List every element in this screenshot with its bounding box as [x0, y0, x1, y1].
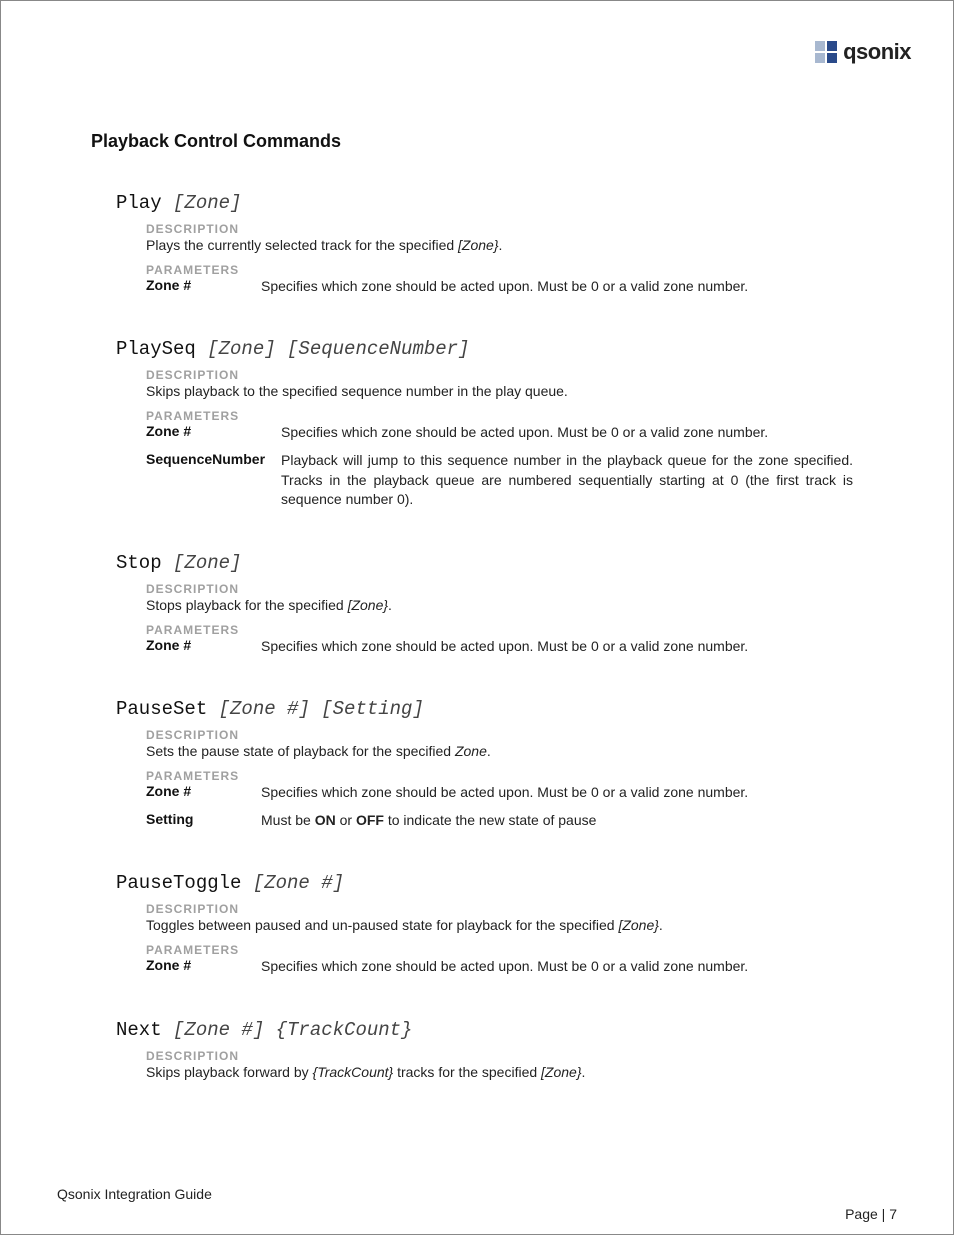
brand-name: qsonix — [843, 39, 911, 65]
footer-page-number: Page | 7 — [845, 1206, 897, 1222]
command-name: PlaySeq — [116, 338, 207, 360]
section-title: Playback Control Commands — [91, 131, 903, 152]
param-name: Setting — [146, 811, 261, 827]
description-text: Skips playback to the specified sequence… — [146, 382, 853, 401]
description-label: DESCRIPTION — [146, 582, 853, 596]
command-block: Next [Zone #] {TrackCount} DESCRIPTIONSki… — [116, 1019, 853, 1082]
command-block: PauseToggle [Zone #] DESCRIPTIONToggles b… — [116, 872, 853, 976]
command-name: PauseSet — [116, 698, 219, 720]
param-name: Zone # — [146, 277, 261, 293]
param-row: Zone #Specifies which zone should be act… — [146, 423, 853, 443]
param-desc: Playback will jump to this sequence numb… — [281, 451, 853, 510]
param-name: SequenceNumber — [146, 451, 281, 467]
command-args: [Zone] [SequenceNumber] — [207, 338, 469, 360]
command-header: PauseToggle [Zone #] — [116, 872, 853, 894]
parameters-label: PARAMETERS — [146, 409, 853, 423]
description-text: Skips playback forward by {TrackCount} t… — [146, 1063, 853, 1082]
command-args: [Zone #] {TrackCount} — [173, 1019, 412, 1041]
description-text: Plays the currently selected track for t… — [146, 236, 853, 255]
footer-doc-title: Qsonix Integration Guide — [57, 1186, 897, 1202]
command-header: Stop [Zone] — [116, 552, 853, 574]
param-name: Zone # — [146, 957, 261, 973]
param-desc: Specifies which zone should be acted upo… — [261, 957, 748, 977]
command-name: Next — [116, 1019, 173, 1041]
param-row: Zone #Specifies which zone should be act… — [146, 637, 853, 657]
command-args: [Zone #] — [253, 872, 344, 894]
parameters-label: PARAMETERS — [146, 263, 853, 277]
param-desc: Specifies which zone should be acted upo… — [281, 423, 768, 443]
command-header: PauseSet [Zone #] [Setting] — [116, 698, 853, 720]
command-header: PlaySeq [Zone] [SequenceNumber] — [116, 338, 853, 360]
description-label: DESCRIPTION — [146, 368, 853, 382]
brand-logo: qsonix — [815, 39, 911, 65]
command-block: Play [Zone] DESCRIPTIONPlays the currentl… — [116, 192, 853, 296]
command-block: PauseSet [Zone #] [Setting]DESCRIPTIONSe… — [116, 698, 853, 830]
logo-icon — [815, 41, 837, 63]
param-desc: Must be ON or OFF to indicate the new st… — [261, 811, 596, 831]
param-desc: Specifies which zone should be acted upo… — [261, 783, 748, 803]
description-label: DESCRIPTION — [146, 902, 853, 916]
description-label: DESCRIPTION — [146, 728, 853, 742]
param-name: Zone # — [146, 423, 281, 439]
param-row: Zone #Specifies which zone should be act… — [146, 957, 853, 977]
param-desc: Specifies which zone should be acted upo… — [261, 637, 748, 657]
param-name: Zone # — [146, 637, 261, 653]
command-args: [Zone] — [173, 192, 241, 214]
command-block: Stop [Zone] DESCRIPTIONStops playback for… — [116, 552, 853, 656]
command-name: PauseToggle — [116, 872, 253, 894]
command-name: Stop — [116, 552, 173, 574]
description-text: Sets the pause state of playback for the… — [146, 742, 853, 761]
param-row: Zone #Specifies which zone should be act… — [146, 783, 853, 803]
command-header: Next [Zone #] {TrackCount} — [116, 1019, 853, 1041]
param-row: Zone #Specifies which zone should be act… — [146, 277, 853, 297]
description-text: Toggles between paused and un-paused sta… — [146, 916, 853, 935]
parameters-label: PARAMETERS — [146, 769, 853, 783]
param-row: SettingMust be ON or OFF to indicate the… — [146, 811, 853, 831]
command-header: Play [Zone] — [116, 192, 853, 214]
command-block: PlaySeq [Zone] [SequenceNumber] DESCRIPTI… — [116, 338, 853, 509]
description-label: DESCRIPTION — [146, 1049, 853, 1063]
command-args: [Zone] — [173, 552, 241, 574]
parameters-label: PARAMETERS — [146, 943, 853, 957]
param-name: Zone # — [146, 783, 261, 799]
param-desc: Specifies which zone should be acted upo… — [261, 277, 748, 297]
description-text: Stops playback for the specified [Zone}. — [146, 596, 853, 615]
command-name: Play — [116, 192, 173, 214]
parameters-label: PARAMETERS — [146, 623, 853, 637]
description-label: DESCRIPTION — [146, 222, 853, 236]
param-row: SequenceNumberPlayback will jump to this… — [146, 451, 853, 510]
command-args: [Zone #] [Setting] — [219, 698, 424, 720]
